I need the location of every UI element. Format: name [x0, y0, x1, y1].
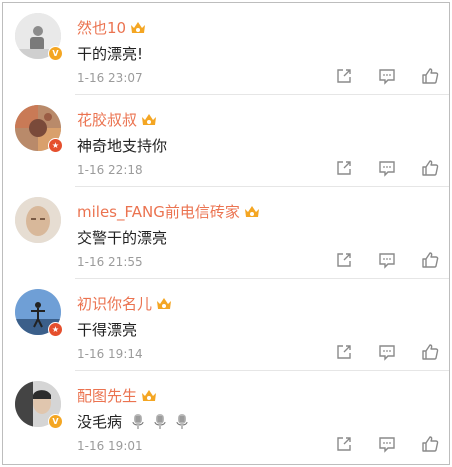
user-name[interactable]: 然也10	[77, 17, 126, 38]
verified-badge-icon: ★	[48, 322, 63, 337]
comment-icon[interactable]	[378, 251, 396, 269]
comment-text-content: 没毛病	[77, 413, 123, 431]
vip-crown-icon	[157, 297, 172, 309]
timestamp: 1-16 21:55	[77, 255, 143, 269]
share-icon[interactable]	[335, 343, 353, 361]
share-icon[interactable]	[335, 159, 353, 177]
share-icon[interactable]	[335, 67, 353, 85]
avatar[interactable]	[15, 197, 61, 243]
comment-text: 没毛病	[77, 411, 188, 432]
thumbs-up-icon[interactable]	[421, 251, 439, 269]
user-name[interactable]: 花胶叔叔	[77, 109, 137, 130]
comment-item: V 配图先生 没毛病 1-16 19:01	[3, 371, 449, 463]
comment-text: 干得漂亮	[77, 321, 138, 339]
microphone-emoji	[154, 414, 166, 429]
vip-crown-icon	[244, 205, 259, 217]
comment-list: V 然也10 干的漂亮! 1-16 23:07 ★ 花胶叔叔 神奇地支持你 1-…	[2, 2, 450, 465]
thumbs-up-icon[interactable]	[421, 67, 439, 85]
user-name[interactable]: miles_FANG前电信砖家	[77, 201, 240, 222]
comment-icon[interactable]	[378, 159, 396, 177]
comment-icon[interactable]	[378, 343, 396, 361]
comment-icon[interactable]	[378, 435, 396, 453]
comment-item: ★ 花胶叔叔 神奇地支持你 1-16 22:18	[3, 95, 449, 187]
comment-item: miles_FANG前电信砖家 交警干的漂亮 1-16 21:55	[3, 187, 449, 279]
timestamp: 1-16 19:14	[77, 347, 143, 361]
verified-badge-icon: V	[48, 46, 63, 61]
comment-text: 神奇地支持你	[77, 137, 168, 155]
thumbs-up-icon[interactable]	[421, 159, 439, 177]
thumbs-up-icon[interactable]	[421, 343, 439, 361]
thumbs-up-icon[interactable]	[421, 435, 439, 453]
comment-text: 干的漂亮!	[77, 45, 144, 63]
comment-text: 交警干的漂亮	[77, 229, 168, 247]
timestamp: 1-16 23:07	[77, 71, 143, 85]
timestamp: 1-16 22:18	[77, 163, 143, 177]
microphone-emoji	[176, 414, 188, 429]
vip-crown-icon	[142, 389, 157, 401]
microphone-emoji	[132, 414, 144, 429]
vip-crown-icon	[142, 113, 157, 125]
share-icon[interactable]	[335, 435, 353, 453]
share-icon[interactable]	[335, 251, 353, 269]
comment-item: ★ 初识你名儿 干得漂亮 1-16 19:14	[3, 279, 449, 371]
verified-badge-icon: V	[48, 414, 63, 429]
comment-icon[interactable]	[378, 67, 396, 85]
comment-item: V 然也10 干的漂亮! 1-16 23:07	[3, 3, 449, 95]
verified-badge-icon: ★	[48, 138, 63, 153]
vip-crown-icon	[131, 21, 146, 33]
timestamp: 1-16 19:01	[77, 439, 143, 453]
user-name[interactable]: 初识你名儿	[77, 293, 152, 314]
user-name[interactable]: 配图先生	[77, 385, 137, 406]
